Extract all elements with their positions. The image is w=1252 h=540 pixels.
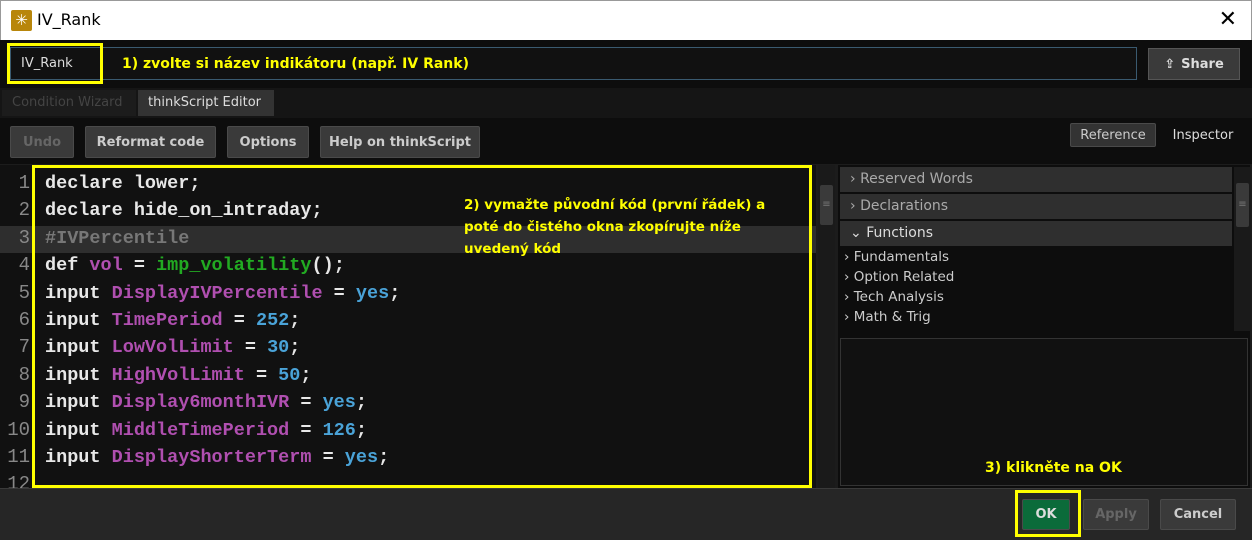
title-bar: ✳ IV_Rank ✕: [0, 0, 1252, 40]
chevron-right-icon: ›: [850, 198, 861, 214]
line-number: 12: [7, 473, 30, 488]
apply-button[interactable]: Apply: [1083, 499, 1149, 530]
editor-scrollbar[interactable]: ≡: [818, 165, 835, 488]
function-item-option-related[interactable]: › Option Related: [844, 269, 954, 285]
annotation-step1: 1) zvolte si název indikátoru (např. IV …: [122, 56, 469, 72]
line-number: 3: [18, 226, 30, 249]
function-item-fundamentals[interactable]: › Fundamentals: [844, 249, 949, 265]
scroll-thumb[interactable]: ≡: [820, 185, 833, 225]
section-reserved-words[interactable]: › Reserved Words: [840, 167, 1232, 192]
cancel-button[interactable]: Cancel: [1160, 499, 1236, 530]
line-number: 11: [7, 446, 30, 468]
chevron-down-icon: ⌄: [850, 225, 867, 241]
line-number: 8: [18, 363, 30, 386]
function-item-tech-analysis[interactable]: › Tech Analysis: [844, 289, 944, 305]
line-number: 5: [18, 281, 30, 304]
section-declarations[interactable]: › Declarations: [840, 194, 1232, 219]
item-label: Option Related: [853, 269, 955, 285]
section-label: Reserved Words: [860, 171, 973, 187]
highlight-name: [7, 43, 103, 84]
highlight-ok: [1015, 490, 1081, 537]
scroll-thumb[interactable]: ≡: [1236, 183, 1249, 227]
item-label: Fundamentals: [853, 249, 950, 265]
annotation-step2: 2) vymažte původní kód (první řádek) a p…: [464, 197, 766, 257]
line-number: 6: [18, 309, 30, 331]
inspector-tab[interactable]: Inspector: [1163, 123, 1243, 147]
line-number: 4: [18, 254, 30, 277]
reference-tab[interactable]: Reference: [1070, 123, 1156, 147]
help-thinkscript-button[interactable]: Help on thinkScript: [320, 126, 480, 158]
tab-condition-wizard[interactable]: Condition Wizard: [2, 90, 136, 116]
undo-button[interactable]: Undo: [10, 126, 74, 158]
line-number: 2: [18, 199, 30, 222]
reformat-code-button[interactable]: Reformat code: [85, 126, 216, 158]
annotation-step3: 3) klikněte na OK: [985, 460, 1122, 476]
window-title: IV_Rank: [37, 10, 101, 29]
thinkorswim-logo-icon: ✳: [11, 10, 32, 31]
line-number: 9: [18, 391, 30, 414]
tab-bar: Condition Wizard thinkScript Editor: [0, 88, 1252, 118]
line-number: 10: [7, 418, 30, 441]
tab-thinkscript-editor[interactable]: thinkScript Editor: [138, 90, 274, 116]
section-functions[interactable]: ⌄ Functions: [840, 221, 1232, 246]
function-item-math-trig[interactable]: › Math & Trig: [844, 309, 931, 325]
reference-panel: › Reserved Words › Declarations ⌄ Functi…: [838, 165, 1251, 488]
close-icon[interactable]: ✕: [1219, 7, 1237, 32]
toolbar: Undo Reformat code Options Help on think…: [0, 118, 1252, 164]
section-label: Functions: [866, 225, 934, 241]
chevron-right-icon: ›: [850, 171, 861, 187]
section-label: Declarations: [860, 198, 949, 214]
share-label: Share: [1181, 56, 1224, 72]
share-icon: ⇪: [1164, 56, 1176, 72]
options-button[interactable]: Options: [227, 126, 309, 158]
share-button[interactable]: ⇪ Share: [1148, 48, 1240, 80]
reference-scrollbar[interactable]: ≡: [1234, 167, 1251, 331]
line-number: 1: [18, 172, 30, 194]
item-label: Math & Trig: [853, 309, 931, 325]
item-label: Tech Analysis: [853, 289, 944, 305]
line-number: 7: [18, 336, 30, 359]
